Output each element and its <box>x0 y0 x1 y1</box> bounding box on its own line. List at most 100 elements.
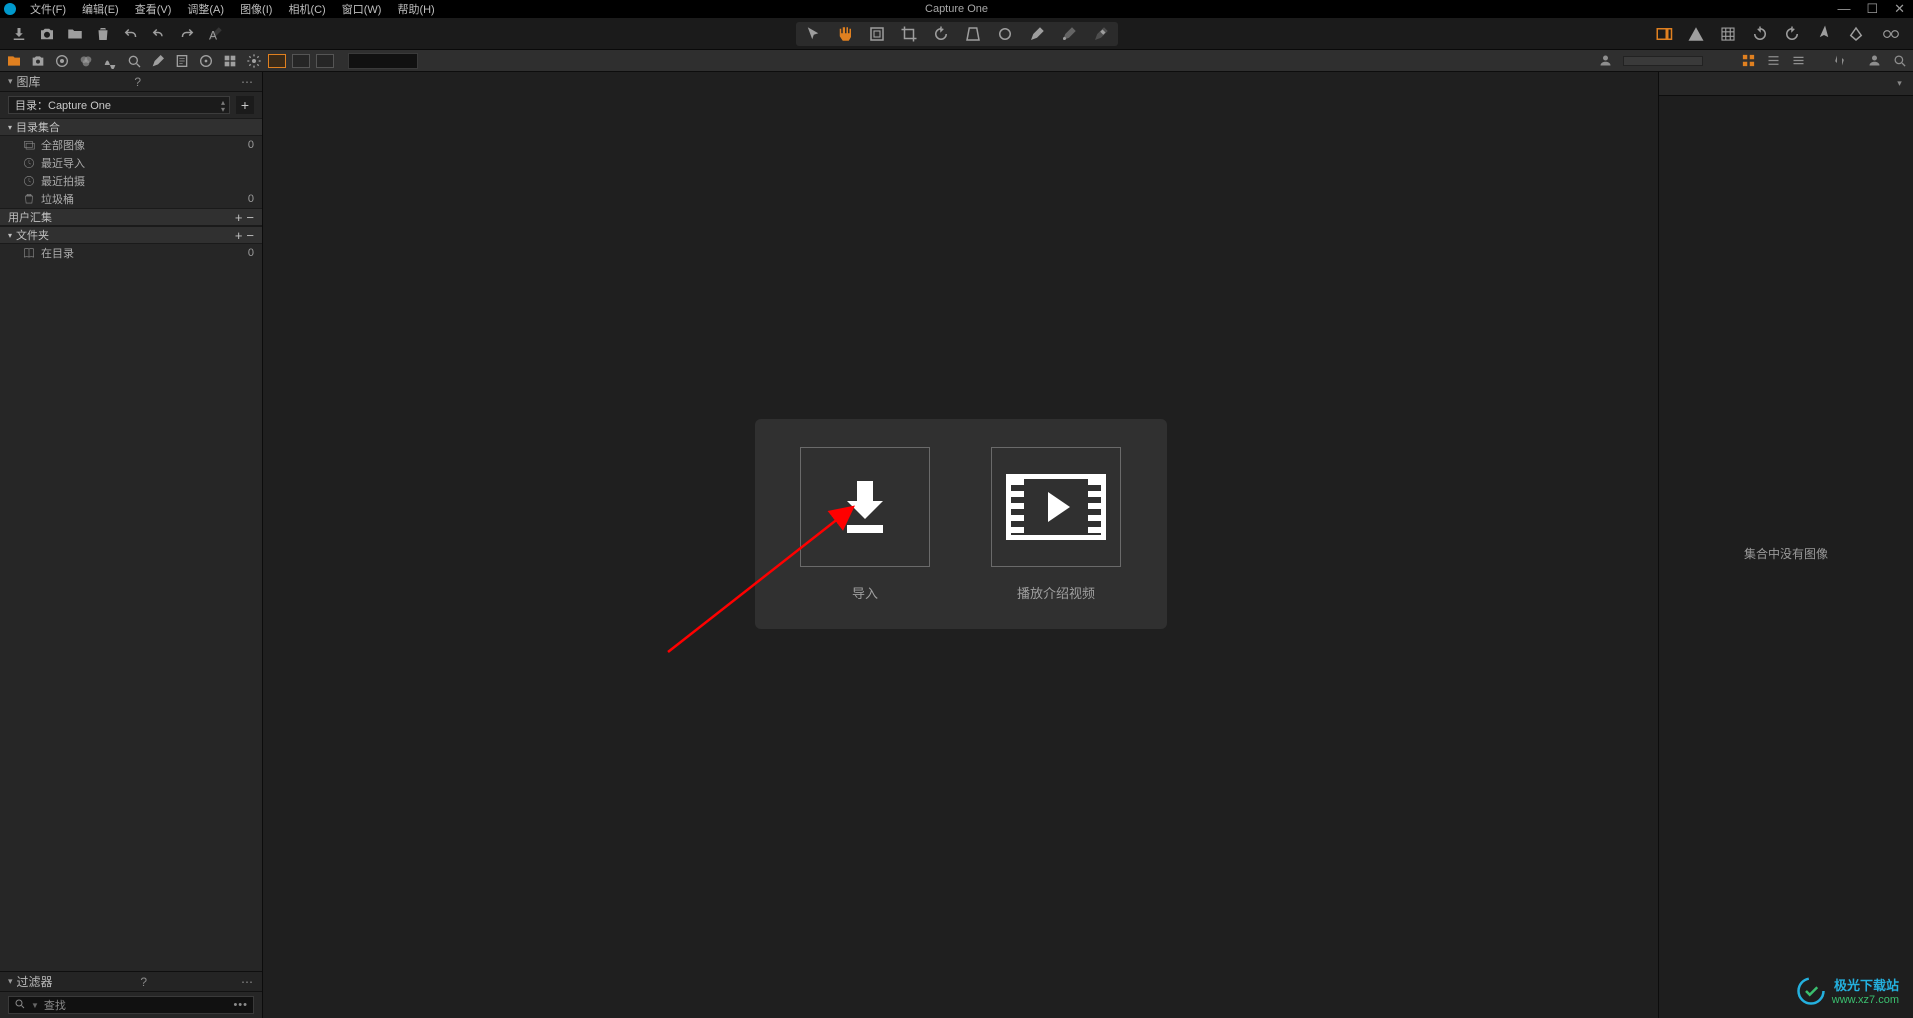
user-icon[interactable] <box>1867 53 1882 68</box>
capture-icon[interactable] <box>38 25 56 43</box>
pan-tool-icon[interactable] <box>836 25 854 43</box>
before-after-icon[interactable] <box>1879 25 1903 43</box>
menu-image[interactable]: 图像(I) <box>232 1 280 17</box>
zoom-preset-dropdown[interactable] <box>348 53 418 69</box>
folders-section-header[interactable]: ▾ 文件夹 + − <box>0 226 262 244</box>
output-tab-icon[interactable] <box>198 53 214 69</box>
crop-tool-icon[interactable] <box>900 25 918 43</box>
window-maximize-button[interactable]: ☐ <box>1862 1 1882 17</box>
sort-icon[interactable] <box>1832 53 1847 68</box>
exposure-tab-icon[interactable] <box>102 53 118 69</box>
menu-adjust[interactable]: 调整(A) <box>179 1 232 17</box>
welcome-video-tile: 播放介绍视频 <box>979 447 1134 609</box>
clock-icon <box>22 174 36 188</box>
tree-item-all-images[interactable]: 全部图像 0 <box>0 136 262 154</box>
menu-camera[interactable]: 相机(C) <box>280 1 333 17</box>
window-close-button[interactable]: ✕ <box>1890 1 1909 17</box>
add-catalog-button[interactable]: + <box>236 96 254 114</box>
viewmode-grid-button[interactable] <box>268 54 286 68</box>
panel-menu-icon[interactable]: ⋯ <box>241 975 254 989</box>
trash-icon[interactable] <box>94 25 112 43</box>
catalog-dropdown[interactable]: 目录：Capture One ▴▾ <box>8 96 230 114</box>
export-icon[interactable] <box>1815 25 1833 43</box>
library-panel-header[interactable]: ▾ 图库 ? ⋯ <box>0 72 262 92</box>
rotate-left-icon[interactable] <box>1751 25 1769 43</box>
watermark-line2: www.xz7.com <box>1832 994 1899 1006</box>
undo-step-icon[interactable] <box>150 25 168 43</box>
grid-icon[interactable] <box>1719 25 1737 43</box>
add-folder-button[interactable]: + <box>235 228 243 243</box>
search-global-icon[interactable] <box>1892 53 1907 68</box>
batch-tab-icon[interactable] <box>222 53 238 69</box>
thumb-filmstrip-icon[interactable] <box>1791 53 1806 68</box>
updown-arrows-icon: ▴▾ <box>221 99 225 113</box>
filter-search-input[interactable]: ▼ 查找 ••• <box>8 996 254 1014</box>
gradient-mask-icon[interactable] <box>1060 25 1078 43</box>
tree-item-trash[interactable]: 垃圾桶 0 <box>0 190 262 208</box>
remove-collection-button[interactable]: − <box>246 210 254 225</box>
warning-icon[interactable] <box>1687 25 1705 43</box>
folder-icon[interactable] <box>66 25 84 43</box>
play-intro-video-button[interactable] <box>991 447 1121 567</box>
layout-toggle-icon[interactable] <box>1655 25 1673 43</box>
add-collection-button[interactable]: + <box>235 210 243 225</box>
print-icon[interactable] <box>1847 25 1865 43</box>
user-collections-label: 用户汇集 <box>8 209 52 225</box>
metadata-tab-icon[interactable] <box>174 53 190 69</box>
rating-filter-bar[interactable] <box>1623 56 1703 66</box>
watermark: 极光下载站 www.xz7.com <box>1796 975 1899 1006</box>
download-icon <box>833 475 897 539</box>
catalog-dropdown-label: 目录：Capture One <box>15 97 111 113</box>
lens-tab-icon[interactable] <box>54 53 70 69</box>
annotate-icon[interactable]: A <box>206 25 224 43</box>
details-tab-icon[interactable] <box>126 53 142 69</box>
tree-item-in-catalog[interactable]: 在目录 0 <box>0 244 262 262</box>
select-tool-icon[interactable] <box>804 25 822 43</box>
search-options-icon[interactable]: ••• <box>233 999 248 1011</box>
user-filter-icon[interactable] <box>1598 53 1613 68</box>
chevron-down-icon[interactable]: ▾ <box>1892 76 1907 91</box>
keystone-tool-icon[interactable] <box>964 25 982 43</box>
eraser-mask-icon[interactable] <box>1092 25 1110 43</box>
capture-tab-icon[interactable] <box>30 53 46 69</box>
tree-item-recent-capture[interactable]: 最近拍摄 <box>0 172 262 190</box>
viewmode-split-button[interactable] <box>292 54 310 68</box>
collections-section-header[interactable]: ▾ 目录集合 <box>0 118 262 136</box>
adjustments-tab-icon[interactable] <box>150 53 166 69</box>
panel-menu-icon[interactable]: ⋯ <box>241 75 254 89</box>
undo-icon[interactable] <box>122 25 140 43</box>
user-collections-header[interactable]: 用户汇集 + − <box>0 208 262 226</box>
app-icon <box>4 3 16 15</box>
viewmode-single-button[interactable] <box>316 54 334 68</box>
spot-tool-icon[interactable] <box>996 25 1014 43</box>
thumb-grid-icon[interactable] <box>1741 53 1756 68</box>
import-icon[interactable] <box>10 25 28 43</box>
chevron-down-icon: ▾ <box>8 76 13 87</box>
color-tab-icon[interactable] <box>78 53 94 69</box>
menu-view[interactable]: 查看(V) <box>127 1 180 17</box>
settings-tab-icon[interactable] <box>246 53 262 69</box>
menu-file[interactable]: 文件(F) <box>22 1 74 17</box>
filters-panel-header[interactable]: ▾ 过滤器 ? ⋯ <box>0 972 262 992</box>
tree-item-label: 在目录 <box>41 245 74 261</box>
loupe-tool-icon[interactable] <box>868 25 886 43</box>
help-icon[interactable]: ? <box>134 75 141 89</box>
title-bar: 文件(F) 编辑(E) 查看(V) 调整(A) 图像(I) 相机(C) 窗口(W… <box>0 0 1913 18</box>
import-button[interactable] <box>800 447 930 567</box>
cursor-tools <box>796 22 1118 46</box>
remove-folder-button[interactable]: − <box>246 228 254 243</box>
tree-item-recent-import[interactable]: 最近导入 <box>0 154 262 172</box>
help-icon[interactable]: ? <box>140 975 147 989</box>
rotate-right-icon[interactable] <box>1783 25 1801 43</box>
library-tab-icon[interactable] <box>6 53 22 69</box>
mask-brush-icon[interactable] <box>1028 25 1046 43</box>
menu-window[interactable]: 窗口(W) <box>334 1 390 17</box>
thumb-list-icon[interactable] <box>1766 53 1781 68</box>
rotate-tool-icon[interactable] <box>932 25 950 43</box>
menu-edit[interactable]: 编辑(E) <box>74 1 127 17</box>
book-icon <box>22 246 36 260</box>
window-controls: — ☐ ✕ <box>1833 1 1909 17</box>
menu-help[interactable]: 帮助(H) <box>389 1 442 17</box>
window-minimize-button[interactable]: — <box>1833 1 1854 17</box>
redo-icon[interactable] <box>178 25 196 43</box>
